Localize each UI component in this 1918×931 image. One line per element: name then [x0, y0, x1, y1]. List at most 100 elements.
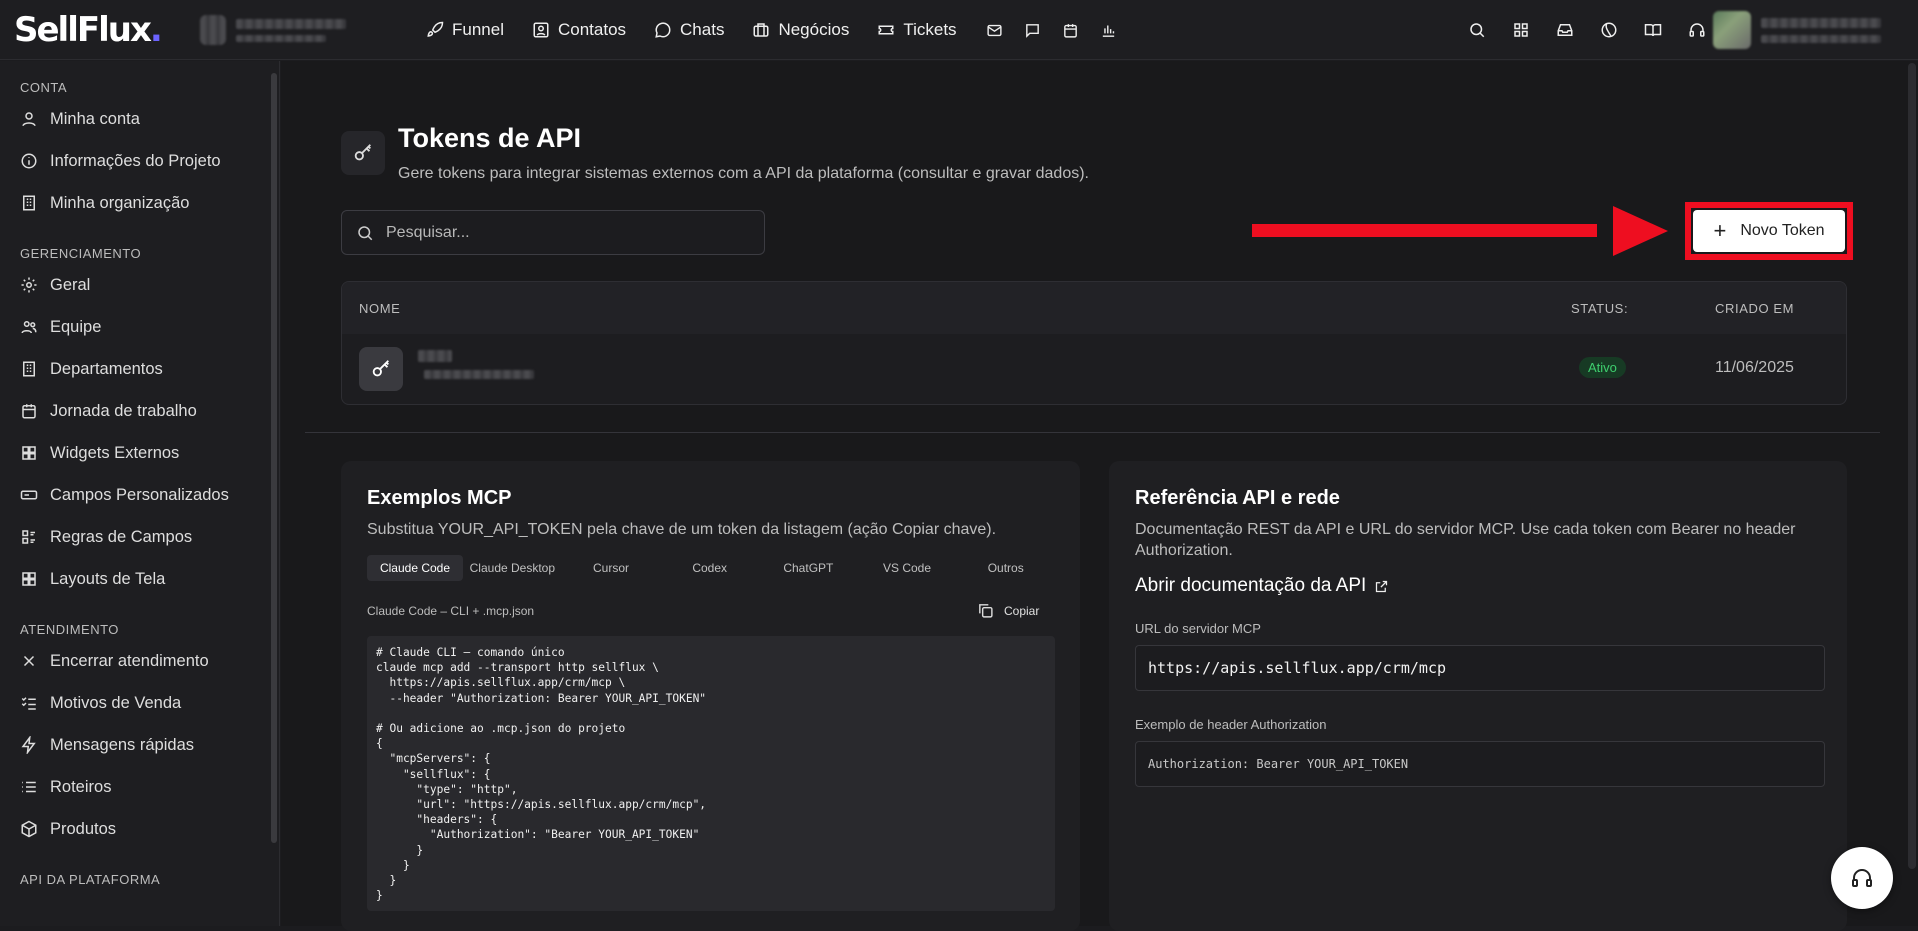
page-title: Tokens de API: [398, 123, 581, 154]
chat-bubble-icon: [654, 21, 672, 39]
sidebar-item-roteiros[interactable]: Roteiros: [0, 766, 279, 808]
tab-claude-code[interactable]: Claude Code: [367, 555, 463, 581]
client-tabs: Claude Code Claude Desktop Cursor Codex …: [367, 555, 1055, 581]
text-field-icon: [20, 486, 38, 504]
tab-claude-desktop[interactable]: Claude Desktop: [463, 555, 562, 581]
sidebar-item-layouts[interactable]: Layouts de Tela: [0, 558, 279, 600]
headset-icon[interactable]: [1686, 19, 1708, 41]
sidebar-item-widgets[interactable]: Widgets Externos: [0, 432, 279, 474]
inbox-icon[interactable]: [1554, 19, 1576, 41]
nav-tickets-label: Tickets: [903, 20, 956, 40]
checklist-icon: [20, 694, 38, 712]
topbar-right-icons: [1466, 0, 1708, 60]
bar-chart-icon[interactable]: [1099, 20, 1119, 40]
sidebar-item-info-projeto[interactable]: Informações do Projeto: [0, 140, 279, 182]
status-badge: Ativo: [1579, 357, 1626, 378]
auth-header-label: Exemplo de header Authorization: [1135, 717, 1327, 732]
sidebar-item-campos[interactable]: Campos Personalizados: [0, 474, 279, 516]
x-icon: [20, 652, 38, 670]
sidebar-item-label: Motivos de Venda: [50, 694, 181, 713]
page-subtitle: Gere tokens para integrar sistemas exter…: [398, 165, 1089, 183]
layout-icon: [20, 570, 38, 588]
api-docs-link[interactable]: Abrir documentação da API: [1135, 575, 1389, 597]
sidebar-item-regras[interactable]: Regras de Campos: [0, 516, 279, 558]
project-avatar: [200, 15, 226, 45]
sidebar-item-departamentos[interactable]: Departamentos: [0, 348, 279, 390]
sidebar-item-geral[interactable]: Geral: [0, 264, 279, 306]
token-key-redacted: [424, 370, 534, 379]
table-row[interactable]: Ativo 11/06/2025 •••: [342, 334, 1846, 405]
token-name-redacted: [418, 350, 452, 362]
sidebar-item-equipe[interactable]: Equipe: [0, 306, 279, 348]
project-selector[interactable]: [200, 14, 400, 46]
section-atendimento: ATENDIMENTO: [0, 618, 279, 640]
calendar-icon[interactable]: [1061, 20, 1081, 40]
sidebar-item-produtos[interactable]: Produtos: [0, 808, 279, 850]
rules-icon: [20, 528, 38, 546]
user-menu[interactable]: [1713, 10, 1888, 50]
section-conta: CONTA: [0, 76, 279, 98]
sidebar-item-motivos[interactable]: Motivos de Venda: [0, 682, 279, 724]
user-email-redacted: [1761, 35, 1881, 43]
sidebar-item-jornada[interactable]: Jornada de trabalho: [0, 390, 279, 432]
mcp-examples-card: Exemplos MCP Substitua YOUR_API_TOKEN pe…: [341, 461, 1080, 931]
nav-tickets[interactable]: Tickets: [877, 20, 956, 40]
sidebar-item-mensagens[interactable]: Mensagens rápidas: [0, 724, 279, 766]
grid-icon[interactable]: [1510, 19, 1532, 41]
sellflux-logo[interactable]: SellFlux.: [14, 10, 161, 50]
auth-header-field[interactable]: Authorization: Bearer YOUR_API_TOKEN: [1135, 741, 1825, 787]
nav-contatos[interactable]: Contatos: [532, 20, 626, 40]
project-id-redacted: [236, 35, 326, 42]
red-arrow-shaft: [1252, 224, 1597, 237]
user-name-redacted: [1761, 18, 1881, 28]
book-open-icon[interactable]: [1642, 19, 1664, 41]
table-header: NOME STATUS: CRIADO EM: [342, 282, 1846, 334]
nav-chats[interactable]: Chats: [654, 20, 724, 40]
mail-icon[interactable]: [985, 20, 1005, 40]
card-title: Referência API e rede: [1135, 487, 1340, 510]
message-square-icon[interactable]: [1023, 20, 1043, 40]
nav-negocios[interactable]: Negócios: [752, 20, 849, 40]
sidebar-item-label: Informações do Projeto: [50, 152, 221, 171]
user-icon: [20, 110, 38, 128]
sidebar-item-label: Roteiros: [50, 778, 111, 797]
sidebar-scrollbar[interactable]: [271, 73, 277, 843]
sidebar-item-label: Equipe: [50, 318, 101, 337]
tab-codex[interactable]: Codex: [660, 555, 759, 581]
mcp-url-field[interactable]: https://apis.sellflux.app/crm/mcp: [1135, 645, 1825, 691]
sidebar-item-encerrar[interactable]: Encerrar atendimento: [0, 640, 279, 682]
headset-icon: [1850, 866, 1874, 890]
tab-vs-code[interactable]: VS Code: [858, 555, 957, 581]
search-icon: [356, 224, 374, 242]
info-icon: [20, 152, 38, 170]
sidebar-item-label: Regras de Campos: [50, 528, 192, 547]
key-icon: [341, 131, 385, 175]
card-description: Substitua YOUR_API_TOKEN pela chave de u…: [367, 519, 1057, 540]
main-scrollbar[interactable]: [1908, 63, 1916, 869]
support-chat-button[interactable]: [1831, 847, 1893, 909]
sidebar-item-label: Widgets Externos: [50, 444, 179, 463]
search-box[interactable]: [341, 210, 765, 255]
sidebar-item-label: Produtos: [50, 820, 116, 839]
new-token-button[interactable]: + Novo Token: [1693, 210, 1845, 252]
mcp-url-label: URL do servidor MCP: [1135, 621, 1261, 636]
copy-label: Copiar: [1004, 604, 1039, 618]
sidebar-item-label: Geral: [50, 276, 90, 295]
planet-icon[interactable]: [1598, 19, 1620, 41]
plus-icon: +: [1713, 220, 1726, 242]
nav-chats-label: Chats: [680, 20, 724, 40]
nav-funnel[interactable]: Funnel: [426, 20, 504, 40]
sidebar-item-label: Campos Personalizados: [50, 486, 229, 505]
copy-button[interactable]: Copiar: [977, 602, 1039, 619]
search-icon[interactable]: [1466, 19, 1488, 41]
sidebar-item-minha-conta[interactable]: Minha conta: [0, 98, 279, 140]
search-input[interactable]: [386, 224, 746, 242]
tab-cursor[interactable]: Cursor: [562, 555, 661, 581]
tab-outros[interactable]: Outros: [956, 555, 1055, 581]
rocket-icon: [426, 21, 444, 39]
tab-chatgpt[interactable]: ChatGPT: [759, 555, 858, 581]
copy-icon: [977, 602, 994, 619]
sidebar-item-minha-organizacao[interactable]: Minha organização: [0, 182, 279, 224]
section-divider: [305, 432, 1880, 433]
code-block: # Claude CLI — comando único claude mcp …: [367, 636, 1055, 911]
